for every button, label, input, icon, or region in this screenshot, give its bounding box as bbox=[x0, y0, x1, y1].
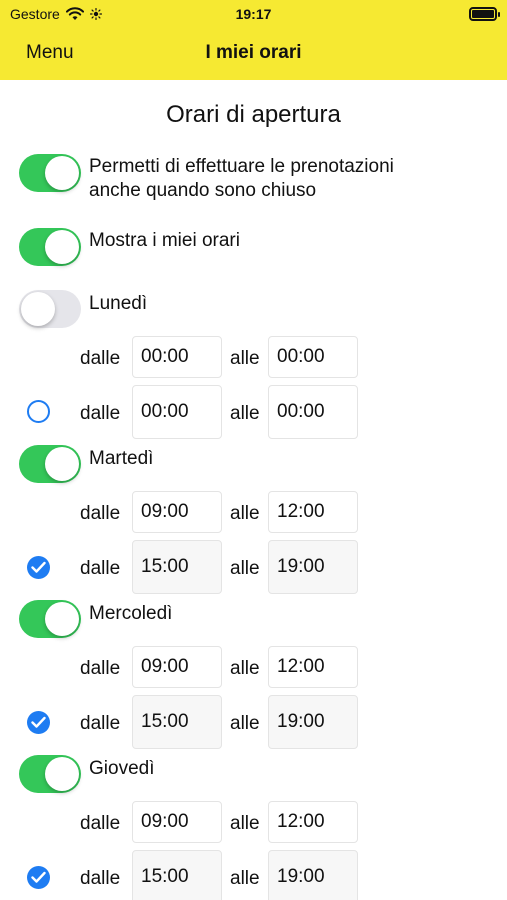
header-bar: Gestore 19:17 Menu I miei orari bbox=[0, 0, 507, 80]
from-time-field[interactable]: 15:00 bbox=[132, 540, 222, 594]
to-time-field[interactable]: 19:00 bbox=[268, 695, 358, 749]
to-label: alle bbox=[230, 503, 260, 524]
allow-booking-label-line2: anche quando sono chiuso bbox=[89, 180, 317, 201]
to-label: alle bbox=[230, 348, 260, 369]
day-toggle-giovedi[interactable] bbox=[19, 755, 81, 793]
toggle-knob bbox=[45, 230, 79, 264]
from-label: dalle bbox=[80, 348, 121, 369]
time-slot-row: dalle 09:00 alle 12:00 bbox=[0, 801, 507, 851]
page-title: I miei orari bbox=[205, 42, 302, 63]
to-label: alle bbox=[230, 403, 260, 424]
from-label: dalle bbox=[80, 658, 121, 679]
to-time-field[interactable]: 12:00 bbox=[268, 491, 358, 533]
day-label-martedi: Martedì bbox=[89, 448, 154, 469]
day-toggle-martedi[interactable] bbox=[19, 445, 81, 483]
show-hours-label: Mostra i miei orari bbox=[89, 230, 240, 251]
to-label: alle bbox=[230, 713, 260, 734]
from-label: dalle bbox=[80, 503, 121, 524]
from-label: dalle bbox=[80, 558, 121, 579]
toggle-knob bbox=[21, 292, 55, 326]
status-time: 19:17 bbox=[235, 6, 272, 22]
to-time-field[interactable]: 00:00 bbox=[268, 336, 358, 378]
allow-booking-toggle[interactable] bbox=[19, 154, 81, 192]
from-time-field[interactable]: 15:00 bbox=[132, 850, 222, 900]
to-time-field[interactable]: 00:00 bbox=[268, 385, 358, 439]
to-label: alle bbox=[230, 813, 260, 834]
time-slot-row: dalle 09:00 alle 12:00 bbox=[0, 646, 507, 696]
day-label-giovedi: Giovedì bbox=[89, 758, 155, 779]
time-slot-row: dalle 15:00 alle 19:00 bbox=[0, 540, 507, 596]
from-label: dalle bbox=[80, 868, 121, 889]
time-slot-row: dalle 09:00 alle 12:00 bbox=[0, 491, 507, 541]
status-bar: Gestore 19:17 bbox=[0, 0, 507, 30]
from-time-field[interactable]: 09:00 bbox=[132, 646, 222, 688]
from-time-field[interactable]: 09:00 bbox=[132, 491, 222, 533]
time-slot-row: dalle 15:00 alle 19:00 bbox=[0, 850, 507, 900]
allow-booking-label: Permetti di effettuare le prenotazioni a… bbox=[89, 155, 394, 203]
toggle-knob bbox=[45, 156, 79, 190]
allow-booking-label-line1: Permetti di effettuare le prenotazioni bbox=[89, 156, 394, 177]
nav-bar: Menu I miei orari bbox=[0, 30, 507, 80]
day-label-lunedi: Lunedì bbox=[89, 293, 148, 314]
toggle-knob bbox=[45, 447, 79, 481]
from-label: dalle bbox=[80, 813, 121, 834]
time-slot-row: dalle 00:00 alle 00:00 bbox=[0, 385, 507, 441]
toggle-knob bbox=[45, 757, 79, 791]
to-label: alle bbox=[230, 558, 260, 579]
to-time-field[interactable]: 12:00 bbox=[268, 646, 358, 688]
from-label: dalle bbox=[80, 713, 121, 734]
to-label: alle bbox=[230, 868, 260, 889]
day-label-mercoledi: Mercoledì bbox=[89, 603, 173, 624]
from-time-field[interactable]: 09:00 bbox=[132, 801, 222, 843]
to-time-field[interactable]: 19:00 bbox=[268, 540, 358, 594]
to-time-field[interactable]: 12:00 bbox=[268, 801, 358, 843]
from-time-field[interactable]: 00:00 bbox=[132, 385, 222, 439]
to-time-field[interactable]: 19:00 bbox=[268, 850, 358, 900]
time-slot-row: dalle 00:00 alle 00:00 bbox=[0, 336, 507, 386]
from-time-field[interactable]: 00:00 bbox=[132, 336, 222, 378]
from-time-field[interactable]: 15:00 bbox=[132, 695, 222, 749]
day-toggle-lunedi[interactable] bbox=[19, 290, 81, 328]
from-label: dalle bbox=[80, 403, 121, 424]
battery-icon bbox=[469, 7, 500, 21]
day-toggle-mercoledi[interactable] bbox=[19, 600, 81, 638]
to-label: alle bbox=[230, 658, 260, 679]
toggle-knob bbox=[45, 602, 79, 636]
section-title: Orari di apertura bbox=[166, 101, 341, 128]
show-hours-toggle[interactable] bbox=[19, 228, 81, 266]
time-slot-row: dalle 15:00 alle 19:00 bbox=[0, 695, 507, 751]
